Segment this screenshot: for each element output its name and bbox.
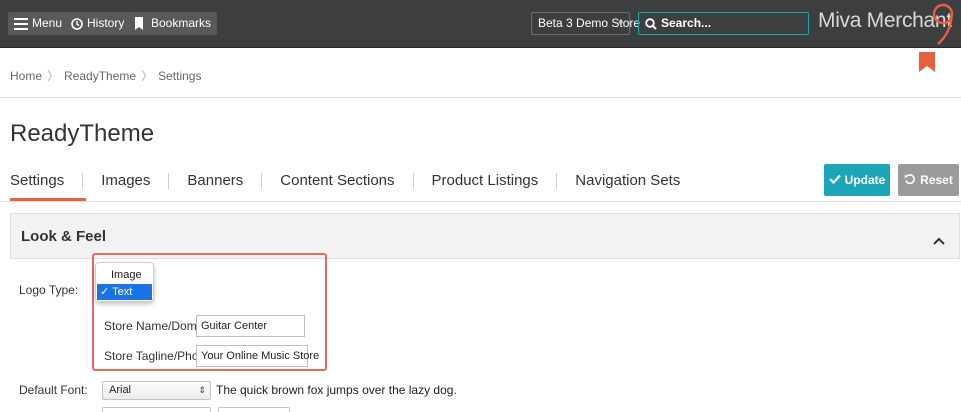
tab-navigation-sets[interactable]: Navigation Sets [575, 172, 680, 189]
menu-label: Menu [32, 16, 63, 30]
undo-icon [904, 173, 916, 188]
reset-button[interactable]: Reset [898, 164, 959, 196]
logo-type-label: Logo Type: [19, 283, 79, 297]
update-button[interactable]: Update [824, 164, 890, 196]
breadcrumb-settings: Settings [158, 69, 202, 83]
partial-select[interactable] [102, 407, 211, 412]
caret-down-icon: ▾ [618, 18, 623, 28]
font-preview-text: The quick brown fox jumps over the lazy … [216, 383, 457, 397]
tab-separator [168, 172, 170, 189]
logo-type-dropdown[interactable]: Image ✓ Text [95, 262, 154, 302]
tab-content-sections[interactable]: Content Sections [280, 172, 394, 189]
breadcrumb-home[interactable]: Home [10, 69, 42, 83]
history-label: History [87, 16, 125, 30]
store-name-field[interactable]: Guitar Center [196, 315, 305, 337]
breadcrumb-separator-icon: 〉 [141, 69, 154, 83]
hamburger-icon [14, 17, 28, 30]
default-font-label: Default Font: [19, 383, 88, 397]
tab-separator [412, 172, 414, 189]
tab-separator [556, 172, 558, 189]
bookmark-ribbon-icon[interactable] [919, 52, 935, 77]
breadcrumb-separator-icon: 〉 [47, 69, 60, 83]
store-selector-value: Beta 3 Demo Store [538, 16, 641, 30]
tab-bar: Settings Images Banners Content Sections… [10, 172, 680, 189]
tab-product-listings[interactable]: Product Listings [432, 172, 539, 189]
logo-type-option-text[interactable]: ✓ Text [97, 284, 152, 300]
menu-button[interactable]: Menu [8, 12, 69, 35]
default-font-value: Arial [109, 384, 132, 396]
tab-settings[interactable]: Settings [10, 172, 64, 189]
store-tagline-field[interactable]: Your Online Music Store [196, 345, 319, 367]
bookmark-icon [135, 17, 143, 30]
option-label: Image [111, 269, 142, 281]
option-label: Text [112, 286, 133, 298]
tab-images[interactable]: Images [101, 172, 150, 189]
chevron-up-icon[interactable] [933, 232, 945, 250]
breadcrumb: Home 〉 ReadyTheme 〉 Settings [10, 67, 201, 84]
breadcrumb-readytheme[interactable]: ReadyTheme [64, 69, 136, 83]
bookmarks-label: Bookmarks [151, 16, 212, 30]
partial-select[interactable] [218, 407, 290, 412]
top-bar: Menu History Bookmarks Beta 3 Demo Store… [0, 0, 961, 48]
default-font-select[interactable]: Arial ⇕ [102, 381, 211, 400]
clock-icon [71, 17, 83, 30]
store-tagline-value: Your Online Music Store [201, 350, 320, 362]
update-label: Update [844, 173, 886, 187]
reset-label: Reset [920, 173, 953, 187]
tab-separator [82, 172, 84, 189]
search-input[interactable]: Search... [638, 12, 809, 35]
history-button[interactable]: History [65, 12, 131, 35]
store-name-value: Guitar Center [201, 320, 268, 332]
checkmark-icon: ✓ [100, 286, 110, 298]
divider [0, 97, 961, 98]
tab-separator [261, 172, 263, 189]
logo-type-option-image[interactable]: Image [97, 267, 152, 283]
store-selector[interactable]: Beta 3 Demo Store ▾ [531, 12, 640, 35]
tab-banners[interactable]: Banners [187, 172, 243, 189]
brand-nine-mark-icon [930, 2, 956, 51]
page-title: ReadyTheme [10, 120, 155, 147]
check-icon [828, 173, 841, 187]
section-title: Look & Feel [21, 228, 107, 245]
bookmarks-button[interactable]: Bookmarks [129, 12, 218, 35]
search-placeholder: Search... [661, 16, 712, 30]
select-arrows-icon: ⇕ [198, 385, 206, 395]
divider [0, 201, 961, 202]
